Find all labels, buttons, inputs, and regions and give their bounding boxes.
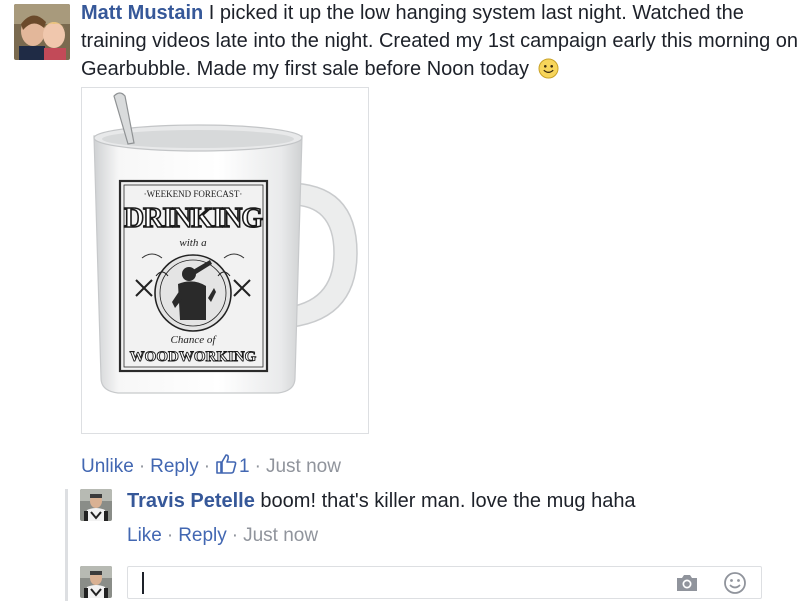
comment-timestamp[interactable]: Just now <box>266 456 341 477</box>
reply-input[interactable] <box>138 571 658 595</box>
reply-actions: Like · Reply · Just now <box>127 524 318 548</box>
reply-link[interactable]: Reply <box>150 456 199 477</box>
text-cursor <box>142 572 144 594</box>
emoji-icon[interactable] <box>723 571 747 595</box>
reply-author-link[interactable]: Travis Petelle <box>127 490 255 512</box>
reply-link[interactable]: Reply <box>178 525 227 546</box>
comment-attachment-image[interactable]: ·WEEKEND FORECAST· DRINKING with a Chanc… <box>81 87 369 434</box>
mug-text-top: ·WEEKEND FORECAST· <box>144 189 243 199</box>
reply-composer[interactable] <box>127 566 762 599</box>
commenter-avatar[interactable] <box>14 4 70 60</box>
mug-text-chance: Chance of <box>171 334 218 346</box>
mug-text-bottom: WOODWORKING <box>130 349 257 365</box>
comment-actions: Unlike · Reply · 1 · Just now <box>81 453 341 479</box>
separator-dot: · <box>203 456 211 477</box>
composer-avatar <box>80 566 112 598</box>
reply-text: boom! that's killer man. love the mug ha… <box>254 490 636 512</box>
smile-icon <box>538 58 559 79</box>
reply-author-avatar[interactable] <box>80 489 112 521</box>
separator-dot: · <box>166 525 174 546</box>
separator-dot: · <box>231 525 239 546</box>
reply-thread-line <box>65 489 68 601</box>
separator-dot: · <box>254 456 261 477</box>
reply-body: Travis Petelle boom! that's killer man. … <box>127 487 797 515</box>
like-count[interactable]: 1 <box>239 456 250 477</box>
like-link[interactable]: Like <box>127 525 162 546</box>
thumbs-up-icon[interactable] <box>215 453 237 475</box>
comment-body: Matt Mustain I picked it up the low hang… <box>81 0 801 83</box>
unlike-link[interactable]: Unlike <box>81 456 134 477</box>
mug-text-with: with a <box>179 237 207 249</box>
separator-dot: · <box>138 456 146 477</box>
camera-icon[interactable] <box>675 573 699 593</box>
reply-timestamp[interactable]: Just now <box>243 525 318 546</box>
mug-text-headline: DRINKING <box>124 203 263 234</box>
comment-author-link[interactable]: Matt Mustain <box>81 2 203 24</box>
